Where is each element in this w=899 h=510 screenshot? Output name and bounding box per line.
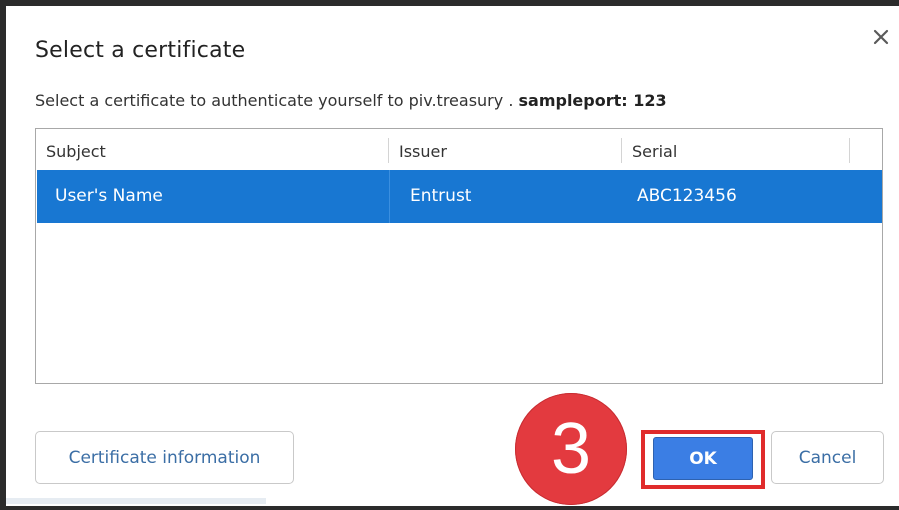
step-number-badge: 3: [515, 393, 627, 505]
ok-button[interactable]: OK: [653, 437, 753, 480]
close-icon: [873, 29, 889, 45]
certificate-information-button[interactable]: Certificate information: [35, 431, 294, 484]
dialog-description: Select a certificate to authenticate you…: [35, 91, 667, 110]
column-header-serial[interactable]: Serial: [622, 129, 849, 169]
column-divider[interactable]: [849, 138, 850, 163]
cell-serial: ABC123456: [637, 186, 737, 206]
bottom-edge-shade: [6, 498, 266, 504]
cell-divider: [389, 170, 390, 223]
column-header-issuer[interactable]: Issuer: [389, 129, 620, 169]
close-button[interactable]: [868, 24, 894, 50]
table-row[interactable]: User's Name Entrust ABC123456: [37, 170, 882, 223]
description-host: sampleport: 123: [518, 91, 667, 110]
column-header-subject[interactable]: Subject: [36, 129, 388, 169]
certificate-table: Subject Issuer Serial User's Name Entrus…: [35, 128, 883, 384]
dialog-title: Select a certificate: [35, 38, 246, 63]
cancel-button[interactable]: Cancel: [771, 431, 884, 484]
cell-issuer: Entrust: [410, 186, 472, 206]
table-header: Subject Issuer Serial: [36, 129, 882, 169]
description-separator: .: [503, 91, 519, 110]
select-certificate-dialog: Select a certificate Select a certificat…: [6, 6, 899, 506]
description-text: Select a certificate to authenticate you…: [35, 91, 504, 110]
cell-subject: User's Name: [55, 186, 163, 206]
